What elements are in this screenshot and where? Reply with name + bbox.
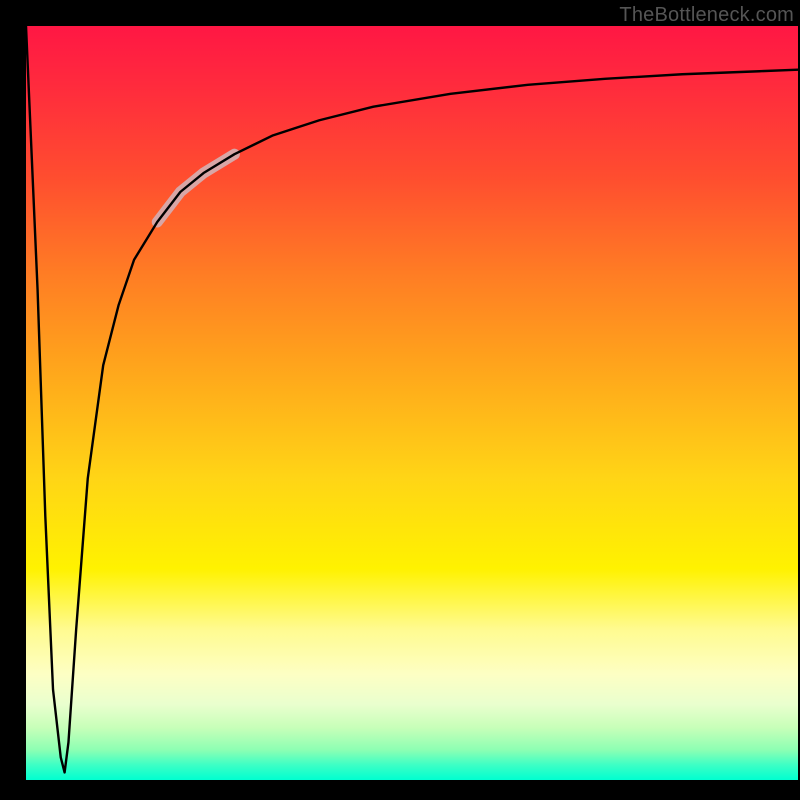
highlight-segment — [157, 154, 234, 222]
attribution-text: TheBottleneck.com — [619, 4, 794, 27]
plot-area — [26, 26, 798, 780]
chart-frame: TheBottleneck.com — [0, 0, 800, 800]
curve-layer — [26, 26, 798, 780]
main-curve — [26, 26, 798, 772]
